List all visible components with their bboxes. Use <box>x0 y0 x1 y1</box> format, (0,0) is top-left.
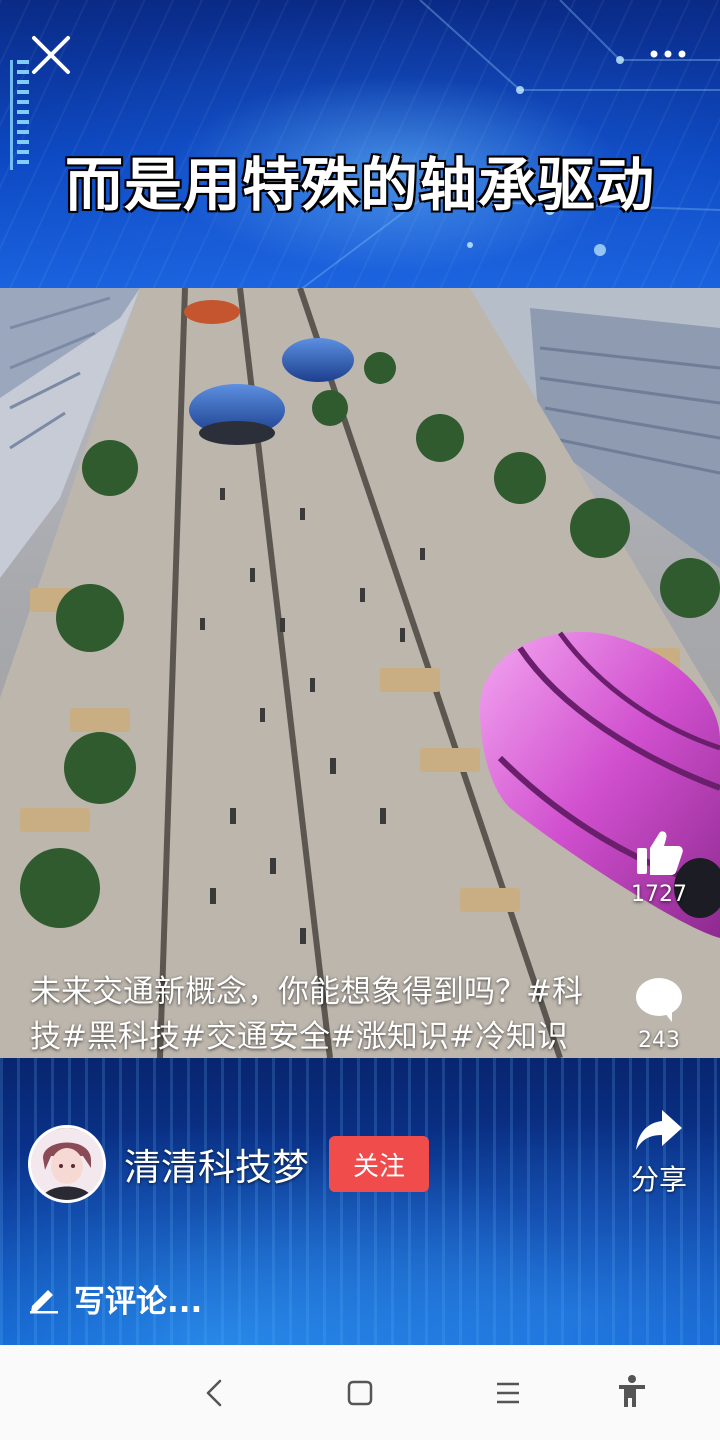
close-button[interactable] <box>28 32 74 78</box>
comment-button[interactable]: 243 <box>616 976 702 1053</box>
like-button[interactable]: 1727 <box>616 828 702 907</box>
nav-home-button[interactable] <box>336 1369 384 1417</box>
system-navigation-bar <box>0 1345 720 1440</box>
more-options-button[interactable] <box>640 40 696 68</box>
pencil-icon <box>30 1290 58 1314</box>
nav-accessibility-button[interactable] <box>608 1369 656 1417</box>
video-player[interactable]: 而是用特殊的轴承驱动 1727 243 分享 未来交通新概念，你能想象得到吗？#… <box>0 0 720 1345</box>
share-label: 分享 <box>630 1163 687 1196</box>
thumbs-up-icon <box>637 831 683 875</box>
back-chevron-icon <box>206 1379 222 1407</box>
video-subtitle: 而是用特殊的轴承驱动 <box>64 151 655 219</box>
futuristic-transit-scene <box>0 288 720 1058</box>
home-square-icon <box>347 1380 373 1406</box>
author-row: 清清科技梦 关注 <box>28 1124 429 1204</box>
comment-count: 243 <box>638 1028 680 1053</box>
accessibility-icon <box>619 1375 645 1407</box>
like-count: 1727 <box>631 882 687 907</box>
follow-button[interactable]: 关注 <box>329 1136 429 1192</box>
post-caption: 未来交通新概念，你能想象得到吗？#科技#黑科技#交通安全#涨知识#冷知识 <box>30 974 583 1055</box>
avatar[interactable] <box>28 1125 106 1203</box>
nav-back-button[interactable] <box>190 1369 238 1417</box>
menu-lines-icon <box>497 1382 519 1404</box>
more-dots-icon <box>650 50 686 58</box>
share-button[interactable]: 分享 <box>616 1108 702 1198</box>
avatar-illustration <box>31 1128 103 1200</box>
comment-bubble-icon <box>636 978 682 1022</box>
write-comment-bar[interactable]: 写评论... <box>28 1276 202 1320</box>
video-frame <box>0 288 720 1058</box>
nav-menu-button[interactable] <box>484 1369 532 1417</box>
close-icon <box>32 36 70 74</box>
comment-placeholder: 写评论... <box>74 1283 203 1320</box>
author-name[interactable]: 清清科技梦 <box>124 1137 309 1191</box>
share-arrow-icon <box>636 1110 682 1150</box>
